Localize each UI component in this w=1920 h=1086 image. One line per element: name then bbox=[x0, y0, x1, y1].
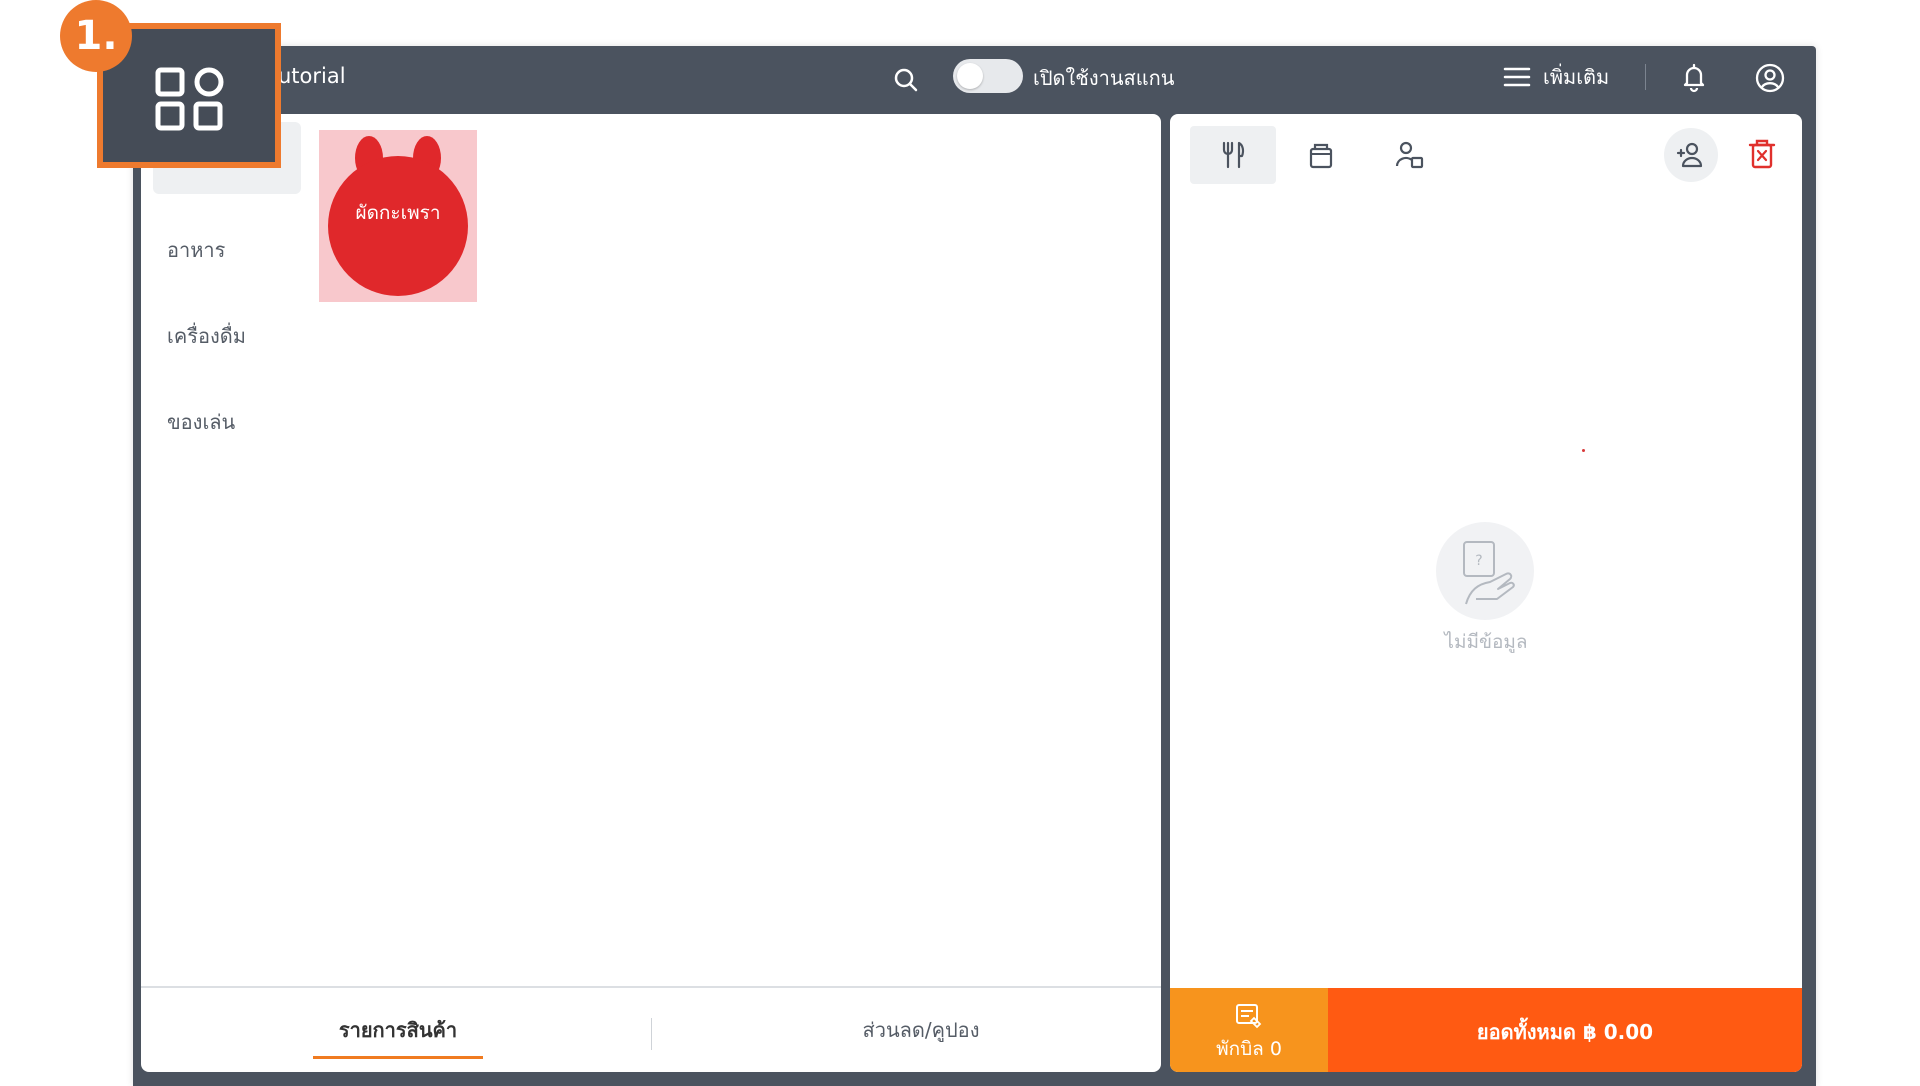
scan-toggle-label: เปิดใช้งานสแกน bbox=[1033, 66, 1175, 90]
pos-app-window: utorial เปิดใช้งานสแกน เพิ่มเติม อาหาร เ… bbox=[133, 46, 1816, 1086]
scan-toggle[interactable] bbox=[953, 59, 1023, 93]
hold-bill-label: พักบิล 0 bbox=[1216, 1038, 1282, 1060]
tab-products[interactable]: รายการสินค้า bbox=[313, 1014, 483, 1046]
user-circle-icon bbox=[1755, 63, 1785, 93]
hold-bill-button[interactable]: พักบิล 0 bbox=[1170, 988, 1328, 1072]
tab-takeaway[interactable] bbox=[1278, 126, 1364, 184]
hand-question-icon: ? bbox=[1463, 541, 1515, 605]
grid-apps-icon bbox=[155, 67, 224, 131]
takeaway-bag-icon bbox=[1309, 143, 1333, 169]
search-icon bbox=[894, 68, 918, 92]
tab-dine-in[interactable] bbox=[1190, 126, 1276, 184]
page-title: utorial bbox=[278, 64, 346, 88]
notifications-button[interactable] bbox=[1678, 61, 1710, 93]
checkout-total-button[interactable]: ยอดทั้งหมด ฿ 0.00 bbox=[1328, 988, 1802, 1072]
hamburger-icon bbox=[1503, 67, 1531, 87]
toggle-knob bbox=[957, 63, 983, 89]
product-panel: อาหาร เครื่องดื่ม ของเล่น ผัดกะเพรา รายก… bbox=[141, 114, 1161, 1072]
bell-icon bbox=[1683, 63, 1705, 93]
more-menu-label: เพิ่มเติม bbox=[1543, 65, 1610, 89]
stray-dot bbox=[1582, 449, 1585, 452]
cart-panel: ? ไม่มีข้อมูล พักบิล 0 ยอดทั้งหมด ฿ 0.00 bbox=[1170, 114, 1802, 1072]
fork-knife-icon bbox=[1222, 141, 1245, 169]
active-tab-indicator bbox=[313, 1056, 483, 1059]
category-item-food[interactable]: อาหาร bbox=[167, 234, 225, 266]
tab-delivery[interactable] bbox=[1366, 126, 1452, 184]
empty-state-text: ไม่มีข้อมูล bbox=[1444, 631, 1528, 653]
total-amount-label: ยอดทั้งหมด ฿ 0.00 bbox=[1476, 1020, 1654, 1044]
product-panel-tabs: รายการสินค้า ส่วนลด/คูปอง bbox=[141, 986, 1161, 1072]
clear-cart-button[interactable] bbox=[1742, 134, 1782, 174]
empty-state-illustration: ? bbox=[1436, 522, 1534, 620]
more-menu-button[interactable]: เพิ่มเติม bbox=[1503, 60, 1609, 94]
header-divider bbox=[1645, 64, 1646, 90]
delete-icon bbox=[1748, 139, 1776, 169]
category-item-toys[interactable]: ของเล่น bbox=[167, 406, 235, 438]
add-user-icon bbox=[1676, 142, 1703, 168]
account-button[interactable] bbox=[1753, 61, 1787, 95]
delivery-person-icon bbox=[1395, 141, 1424, 169]
top-bar: utorial เปิดใช้งานสแกน เพิ่มเติม bbox=[133, 46, 1816, 113]
product-label: ผัดกะเพรา bbox=[355, 202, 441, 224]
tutorial-step-badge: 1. bbox=[60, 0, 132, 72]
add-customer-button[interactable] bbox=[1664, 128, 1718, 182]
tab-discounts[interactable]: ส่วนลด/คูปอง bbox=[821, 1014, 1021, 1046]
search-button[interactable] bbox=[890, 64, 922, 96]
hold-bill-icon bbox=[1236, 1004, 1262, 1029]
tab-divider bbox=[651, 1018, 652, 1050]
product-card[interactable]: ผัดกะเพรา bbox=[319, 130, 477, 302]
svg-text:?: ? bbox=[1475, 553, 1482, 569]
category-item-drinks[interactable]: เครื่องดื่ม bbox=[167, 320, 246, 352]
